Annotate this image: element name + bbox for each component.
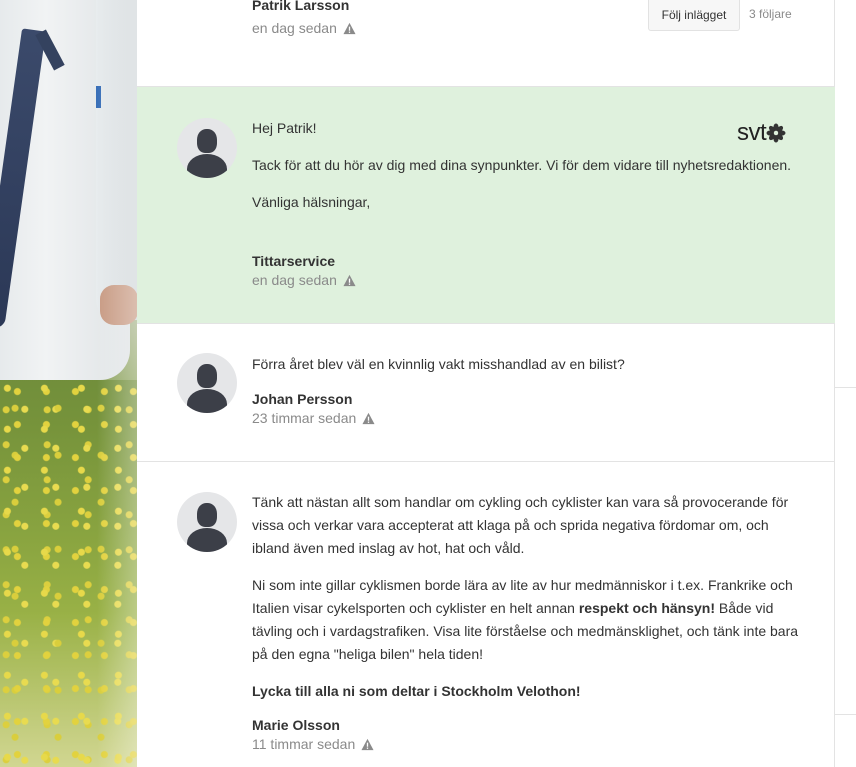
post-meta: en dag sedan	[252, 20, 356, 36]
svt-flower-icon	[766, 123, 786, 143]
warning-icon[interactable]	[362, 412, 375, 425]
comment-paragraph: Tack för att du hör av dig med dina synp…	[252, 157, 792, 173]
comment-item: Hej Patrik! Tack för att du hör av dig m…	[137, 87, 835, 324]
avatar-head	[197, 503, 217, 527]
article-photo	[0, 0, 137, 767]
avatar-head	[197, 129, 217, 153]
author-name[interactable]: Johan Persson	[252, 391, 352, 407]
comment-paragraph: Ni som inte gillar cyklismen borde lära …	[252, 574, 800, 666]
user-avatar-icon	[177, 492, 237, 552]
comment-item: Förra året blev väl en kvinnlig vakt mis…	[137, 324, 835, 462]
timestamp: en dag sedan	[252, 20, 337, 36]
author-name[interactable]: Patrik Larsson	[252, 0, 349, 13]
avatar-body	[187, 154, 227, 178]
warning-icon[interactable]	[361, 738, 374, 751]
author-name[interactable]: Tittarservice	[252, 253, 335, 269]
comment-body: Förra året blev väl en kvinnlig vakt mis…	[252, 353, 800, 390]
avatar-body	[187, 528, 227, 552]
side-divider	[834, 714, 856, 715]
warning-icon[interactable]	[343, 22, 356, 35]
comment-paragraph: Vänliga hälsningar,	[252, 194, 371, 210]
comment-paragraph: Hej Patrik!	[252, 120, 317, 136]
author-name[interactable]: Marie Olsson	[252, 717, 340, 733]
comment-meta: en dag sedan	[252, 272, 356, 288]
comment-paragraph: Lycka till alla ni som deltar i Stockhol…	[252, 680, 800, 703]
svt-logo: svt	[737, 119, 786, 147]
post-header: Patrik Larsson en dag sedan Följ inlägge…	[137, 0, 835, 87]
comment-emphasis: Lycka till alla ni som deltar i Stockhol…	[252, 683, 581, 699]
photo-fade	[97, 0, 137, 767]
user-avatar-icon	[177, 118, 237, 178]
avatar-head	[197, 364, 217, 388]
timestamp: 23 timmar sedan	[252, 410, 357, 426]
side-divider	[834, 387, 856, 388]
comment-body: Tänk att nästan allt som handlar om cykl…	[252, 491, 800, 717]
comment-thread: Patrik Larsson en dag sedan Följ inlägge…	[137, 0, 835, 767]
comment-body: Hej Patrik! Tack för att du hör av dig m…	[252, 117, 800, 228]
svt-logo-text: svt	[737, 119, 767, 146]
followers-count: 3 följare	[749, 7, 792, 21]
comment-paragraph: Tänk att nästan allt som handlar om cykl…	[252, 494, 789, 556]
user-avatar-icon	[177, 353, 237, 413]
follow-post-button[interactable]: Följ inlägget	[648, 0, 740, 31]
comment-meta: 23 timmar sedan	[252, 410, 375, 426]
comment-meta: 11 timmar sedan	[252, 736, 374, 752]
warning-icon[interactable]	[343, 274, 356, 287]
timestamp: 11 timmar sedan	[252, 736, 356, 752]
comment-item: Tänk att nästan allt som handlar om cykl…	[137, 462, 835, 767]
comment-paragraph: Förra året blev väl en kvinnlig vakt mis…	[252, 356, 625, 372]
comment-emphasis: respekt och hänsyn!	[578, 600, 715, 616]
timestamp: en dag sedan	[252, 272, 337, 288]
avatar-body	[187, 389, 227, 413]
